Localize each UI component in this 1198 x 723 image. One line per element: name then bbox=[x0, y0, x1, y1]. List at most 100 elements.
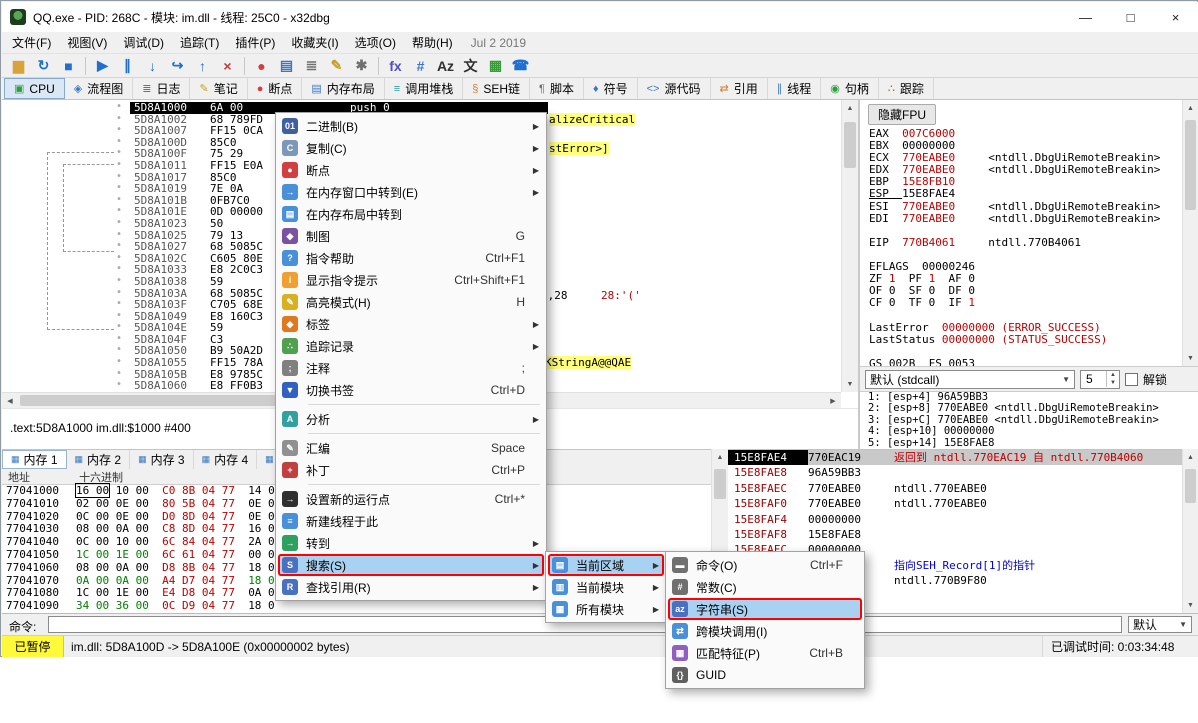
run-icon[interactable]: ▶ bbox=[90, 55, 115, 77]
breakpoint-dot-icon[interactable]: • bbox=[116, 147, 122, 159]
breakpoint-dot-icon[interactable]: • bbox=[116, 287, 122, 299]
disasm-vscrollbar[interactable]: ▲ ▼ bbox=[841, 100, 858, 392]
stack-row[interactable]: 15E8FAF815E8FAE8 bbox=[728, 527, 1182, 542]
tab-breakpoints[interactable]: ●断点 bbox=[248, 78, 303, 99]
arg-count-stepper[interactable]: 5 ▲▼ bbox=[1080, 370, 1120, 389]
menu-item[interactable]: C复制(C)▶ bbox=[278, 137, 544, 159]
menu-item[interactable]: ▤当前区域▶ bbox=[548, 554, 664, 576]
unlock-checkbox[interactable] bbox=[1125, 373, 1138, 386]
breakpoint-dot-icon[interactable]: • bbox=[116, 275, 122, 287]
breakpoints-icon[interactable]: ● bbox=[249, 55, 274, 77]
menubar-item-2[interactable]: 调试(D) bbox=[115, 31, 172, 54]
menu-item[interactable]: i显示指令提示Ctrl+Shift+F1 bbox=[278, 269, 544, 291]
dump-col-address[interactable]: 地址 bbox=[2, 469, 76, 485]
menu-item[interactable]: {}GUID bbox=[668, 664, 862, 686]
breakpoint-dot-icon[interactable]: • bbox=[116, 333, 122, 345]
close-button[interactable]: × bbox=[1153, 2, 1198, 32]
breakpoint-dot-icon[interactable]: • bbox=[116, 368, 122, 380]
pause-icon[interactable]: ∥ bbox=[115, 55, 140, 77]
menu-item[interactable]: ▤在内存布局中转到 bbox=[278, 203, 544, 225]
restart-icon[interactable]: ↻ bbox=[31, 55, 56, 77]
tab-memory-map[interactable]: ▤内存布局 bbox=[302, 78, 384, 99]
breakpoint-dot-icon[interactable]: • bbox=[116, 182, 122, 194]
tab-seh-chain[interactable]: §SEH链 bbox=[463, 78, 530, 99]
scroll-right-icon[interactable]: ▶ bbox=[825, 393, 841, 408]
tab-trace[interactable]: ∴跟踪 bbox=[879, 78, 934, 99]
tab-notes[interactable]: ✎笔记 bbox=[190, 78, 247, 99]
maximize-button[interactable]: □ bbox=[1108, 2, 1153, 32]
menu-item[interactable]: ✎高亮模式(H)H bbox=[278, 291, 544, 313]
breakpoint-dot-icon[interactable]: • bbox=[116, 194, 122, 206]
menu-item[interactable]: 01二进制(B)▶ bbox=[278, 115, 544, 137]
menu-item[interactable]: ?指令帮助Ctrl+F1 bbox=[278, 247, 544, 269]
dump-col-hex[interactable]: 十六进制 bbox=[79, 472, 123, 484]
menu-item[interactable]: ≡新建线程于此 bbox=[278, 510, 544, 532]
log-icon[interactable]: ≣ bbox=[299, 55, 324, 77]
text-az-icon[interactable]: Az bbox=[433, 55, 458, 77]
scrollbar-track[interactable] bbox=[842, 116, 858, 376]
menu-item[interactable]: →在内存窗口中转到(E)▶ bbox=[278, 181, 544, 203]
breakpoint-dot-icon[interactable]: • bbox=[116, 240, 122, 252]
breakpoint-dot-icon[interactable]: • bbox=[116, 321, 122, 333]
breakpoint-dot-icon[interactable]: • bbox=[116, 217, 122, 229]
menu-item[interactable]: ✎汇编Space bbox=[278, 437, 544, 459]
menubar-item-0[interactable]: 文件(F) bbox=[4, 31, 59, 54]
tab-graph[interactable]: ◈流程图 bbox=[65, 78, 133, 99]
breakpoint-dot-icon[interactable]: • bbox=[116, 101, 122, 113]
scroll-up-icon[interactable]: ▲ bbox=[1183, 100, 1198, 116]
dump-tab-1[interactable]: ▦内存 2 bbox=[67, 450, 131, 469]
breakpoint-dot-icon[interactable]: • bbox=[116, 252, 122, 264]
menu-item[interactable]: A分析▶ bbox=[278, 408, 544, 430]
menu-item[interactable]: az字符串(S) bbox=[668, 598, 862, 620]
menu-item[interactable]: #常数(C) bbox=[668, 576, 862, 598]
menu-item[interactable]: ;注释; bbox=[278, 357, 544, 379]
scroll-down-icon[interactable]: ▼ bbox=[1183, 350, 1198, 366]
menu-item[interactable]: ∴追踪记录▶ bbox=[278, 335, 544, 357]
breakpoint-dot-icon[interactable]: • bbox=[116, 344, 122, 356]
hide-fpu-button[interactable]: 隐藏FPU bbox=[868, 104, 936, 125]
menu-item[interactable]: S搜索(S)▶ bbox=[278, 554, 544, 576]
command-profile-select[interactable]: 默认 ▼ bbox=[1128, 616, 1192, 633]
menubar-item-4[interactable]: 插件(P) bbox=[227, 31, 283, 54]
notes-icon[interactable]: ✎ bbox=[324, 55, 349, 77]
menubar-item-1[interactable]: 视图(V) bbox=[59, 31, 115, 54]
step-into-icon[interactable]: ↓ bbox=[140, 55, 165, 77]
tab-symbols[interactable]: ♦符号 bbox=[584, 78, 638, 99]
register-line[interactable]: LastStatus 00000000 (STATUS_SUCCESS) bbox=[860, 334, 1198, 346]
memory-map-icon[interactable]: ▤ bbox=[274, 55, 299, 77]
tab-source[interactable]: <>源代码 bbox=[638, 78, 711, 99]
scroll-down-icon[interactable]: ▼ bbox=[842, 376, 858, 392]
minimize-button[interactable]: — bbox=[1063, 2, 1108, 32]
breakpoint-dot-icon[interactable]: • bbox=[116, 298, 122, 310]
breakpoint-dot-icon[interactable]: • bbox=[116, 263, 122, 275]
menu-item[interactable]: →设置新的运行点Ctrl+* bbox=[278, 488, 544, 510]
tab-log[interactable]: ≣日志 bbox=[133, 78, 190, 99]
breakpoint-dot-icon[interactable]: • bbox=[116, 379, 122, 391]
breakpoint-dot-icon[interactable]: • bbox=[116, 159, 122, 171]
menubar-item-3[interactable]: 追踪(T) bbox=[172, 31, 227, 54]
menu-item[interactable]: ▥当前模块▶ bbox=[548, 576, 664, 598]
breakpoint-dot-icon[interactable]: • bbox=[116, 356, 122, 368]
register-line[interactable]: EIP 770B4061 ntdll.770B4061 bbox=[860, 237, 1198, 249]
breakpoint-dot-icon[interactable]: • bbox=[116, 136, 122, 148]
dump-tab-2[interactable]: ▦内存 3 bbox=[130, 450, 194, 469]
open-file-icon[interactable]: ▆ bbox=[6, 55, 31, 77]
attach-icon[interactable]: ☎ bbox=[508, 55, 533, 77]
menu-item[interactable]: ▦所有模块▶ bbox=[548, 598, 664, 620]
tab-threads[interactable]: ∥线程 bbox=[768, 78, 822, 99]
tab-call-stack[interactable]: ≡调用堆栈 bbox=[385, 78, 463, 99]
scroll-left-icon[interactable]: ◀ bbox=[2, 393, 18, 408]
menubar-item-6[interactable]: 选项(O) bbox=[347, 31, 404, 54]
tab-handles[interactable]: ◉句柄 bbox=[821, 78, 879, 99]
argument-row[interactable]: 5: [esp+14] 15E8FAE8 bbox=[860, 438, 1198, 449]
scrollbar-track[interactable] bbox=[1183, 116, 1198, 350]
menu-item[interactable]: ●断点▶ bbox=[278, 159, 544, 181]
menu-item[interactable]: ▦匹配特征(P)Ctrl+B bbox=[668, 642, 862, 664]
stack-row[interactable]: 15E8FAE4770EAC19返回到 ntdll.770EAC19 自 ntd… bbox=[728, 450, 1182, 465]
menu-item[interactable]: ▬命令(O)Ctrl+F bbox=[668, 554, 862, 576]
scroll-up-icon[interactable]: ▲ bbox=[1183, 449, 1198, 465]
stepper-arrows[interactable]: ▲▼ bbox=[1106, 371, 1119, 387]
dump-tab-0[interactable]: ▦内存 1 bbox=[2, 450, 67, 469]
breakpoint-dot-icon[interactable]: • bbox=[116, 205, 122, 217]
scroll-up-icon[interactable]: ▲ bbox=[842, 100, 858, 116]
